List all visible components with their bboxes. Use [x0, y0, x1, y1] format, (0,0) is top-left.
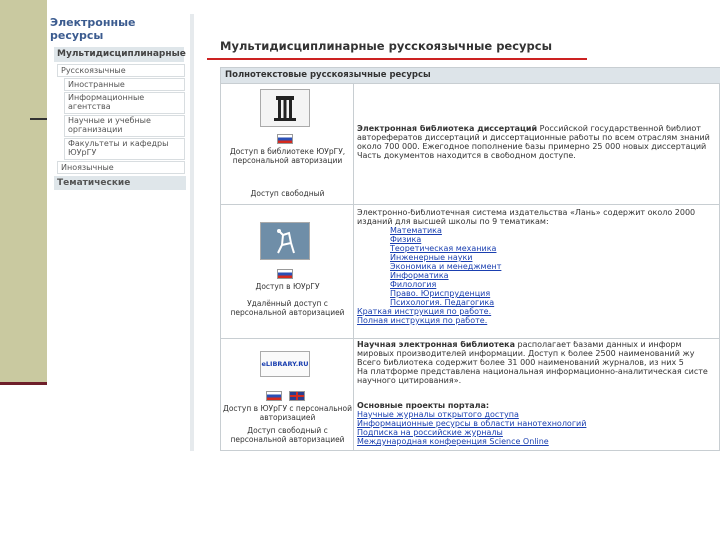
description-line: Часть документов находится в свободном д… [357, 152, 576, 160]
website-screenshot: Электронные ресурсы Мультидисциплинарные… [47, 14, 720, 451]
resource-name[interactable]: Научная электронная библиотека [357, 341, 515, 349]
description-line: На платформе представлена национальная и… [357, 368, 708, 376]
description-line: Научная электронная библиотека располага… [357, 341, 720, 350]
access-note: Удалённый доступ с персональной авториза… [230, 299, 345, 317]
sidebar-section-thematic[interactable]: Тематические [54, 176, 186, 190]
sidebar: Электронные ресурсы Мультидисциплинарные… [47, 14, 190, 451]
resource-name[interactable]: Электронная библиотека диссертаций [357, 125, 537, 133]
elibrary-logo[interactable]: eLIBRARY.RU [260, 351, 310, 377]
sidebar-item-russian[interactable]: Русскоязычные [57, 64, 185, 77]
access-cell: Доступ в ЮУрГУ Удалённый доступ с персон… [221, 205, 354, 338]
page-title: Мультидисциплинарные русскоязычные ресур… [220, 39, 552, 53]
uk-flag-icon [289, 391, 305, 401]
description-line: Всего библиотека содержит более 31 000 н… [357, 359, 684, 367]
ru-flag-icon [277, 134, 293, 144]
library-columns-icon [274, 96, 296, 121]
ru-flag-icon [266, 391, 282, 401]
rgb-library-logo[interactable] [260, 89, 310, 127]
description-line: авторефератов диссертаций и диссертацион… [357, 134, 710, 142]
resources-table: Полнотекстовые русскоязычные ресурсы Дос… [220, 67, 720, 451]
full-guide-link[interactable]: Полная инструкция по работе. [357, 316, 487, 326]
slide-accent-rule [0, 382, 47, 385]
access-caption: Доступ в ЮУрГУ [255, 282, 320, 291]
description-cell: Электронно-библиотечная система издатель… [357, 205, 720, 338]
access-caption: Доступ в ЮУрГУ с персональной авторизаци… [222, 404, 352, 422]
description-line: научного цитирования». [357, 377, 462, 385]
description-line: Электронно-библиотечная система издатель… [357, 209, 696, 217]
description-text: располагает базами данных и информ [517, 341, 682, 349]
project-link[interactable]: Международная конференция Science Online [357, 437, 549, 447]
sidebar-item-organizations[interactable]: Научные и учебные организации [64, 115, 185, 137]
elibrary-logo-text: eLIBRARY.RU [261, 360, 309, 368]
description-line: около 700 000. Ежегодное пополнение базы… [357, 143, 707, 151]
sidebar-title: Электронные ресурсы [50, 16, 135, 42]
sidebar-item-faculties[interactable]: Факультеты и кафедры ЮУрГУ [64, 138, 185, 160]
lan-publisher-logo[interactable] [260, 222, 310, 260]
description-line: Электронная библиотека диссертаций Росси… [357, 125, 720, 134]
sidebar-title-line2: ресурсы [50, 29, 104, 42]
access-caption: Доступ в библиотеке ЮУрГУ, персональной … [229, 147, 346, 165]
sidebar-divider [190, 14, 194, 451]
table-row: eLIBRARY.RU Доступ в ЮУрГУ с персонально… [221, 338, 720, 451]
description-cell: Электронная библиотека диссертаций Росси… [357, 84, 720, 204]
access-cell: Доступ в библиотеке ЮУрГУ, персональной … [221, 84, 354, 204]
description-line: мировых производителей информации. Досту… [357, 350, 695, 358]
access-note: Доступ свободный [250, 189, 325, 198]
access-note: Доступ свободный с персональной авториза… [230, 426, 345, 444]
sidebar-item-foreign[interactable]: Иностранные [64, 78, 185, 91]
slide-accent-bar [0, 0, 47, 382]
sidebar-item-agencies[interactable]: Информационные агентства [64, 92, 185, 114]
table-header: Полнотекстовые русскоязычные ресурсы [221, 68, 720, 83]
doe-icon [277, 229, 295, 254]
sidebar-title-line1: Электронные [50, 16, 136, 29]
description-text: Российской государственной библиот [539, 125, 701, 133]
sidebar-item-other-lang[interactable]: Иноязычные [57, 161, 185, 174]
sidebar-section-multidisciplinary[interactable]: Мультидисциплинарные [54, 47, 186, 62]
description-cell: Научная электронная библиотека располага… [357, 339, 720, 451]
table-row: Доступ в библиотеке ЮУрГУ, персональной … [221, 83, 720, 204]
title-underline [207, 58, 587, 60]
table-row: Доступ в ЮУрГУ Удалённый доступ с персон… [221, 204, 720, 338]
access-cell: eLIBRARY.RU Доступ в ЮУрГУ с персонально… [221, 339, 354, 451]
ru-flag-icon [277, 269, 293, 279]
